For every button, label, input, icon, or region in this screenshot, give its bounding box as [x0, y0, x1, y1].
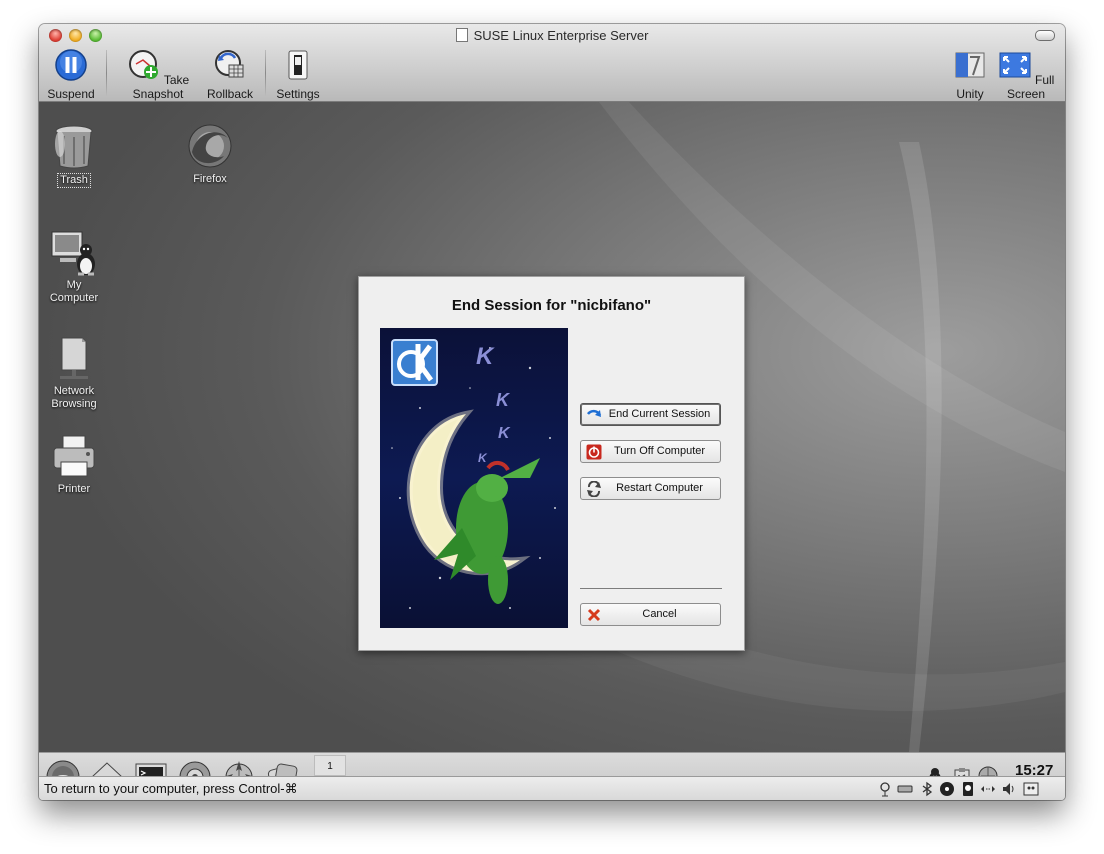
- vm-status-bar: To return to your computer, press Contro…: [39, 776, 1065, 800]
- toolbar-separator: [106, 50, 107, 96]
- guest-desktop[interactable]: Trash Firefox My Computer Network Browsi…: [39, 102, 1065, 752]
- document-icon: [455, 28, 468, 42]
- cancel-label: Cancel: [642, 608, 677, 620]
- pager-desktop-1[interactable]: 1: [314, 755, 346, 776]
- take-snapshot-button[interactable]: Take Snapshot: [117, 48, 199, 101]
- desktop-icon-label: Network Browsing: [51, 385, 97, 410]
- vm-window: SUSE Linux Enterprise Server Suspend Tak…: [39, 24, 1065, 800]
- svg-text:K: K: [498, 425, 511, 442]
- unity-label: Unity: [956, 87, 984, 101]
- kde-dragon-moon-image: K K K K: [380, 328, 568, 628]
- toolbar-toggle-button[interactable]: [1035, 30, 1055, 41]
- speaker-icon[interactable]: [1001, 781, 1017, 797]
- logout-arrow-icon: [587, 409, 602, 417]
- microphone-icon[interactable]: [877, 781, 893, 797]
- bluetooth-icon[interactable]: [919, 781, 935, 797]
- turn-off-computer-button[interactable]: Turn Off Computer: [580, 440, 721, 463]
- desktop-icon-printer[interactable]: Printer: [39, 432, 114, 496]
- cancel-x-icon: [587, 608, 601, 622]
- suspend-label: Suspend: [47, 87, 95, 101]
- suspend-button[interactable]: Suspend: [47, 48, 95, 101]
- computer-icon: [51, 231, 95, 276]
- svg-text:K: K: [478, 451, 488, 465]
- rollback-button[interactable]: Rollback: [205, 48, 255, 101]
- cancel-button[interactable]: Cancel: [580, 603, 721, 626]
- hard-disk-icon[interactable]: [897, 781, 913, 797]
- desktop-icon-label: Firefox: [193, 173, 227, 185]
- pause-icon: [55, 49, 87, 81]
- firefox-icon: [188, 124, 232, 168]
- svg-text:K: K: [496, 390, 511, 410]
- cd-drive-icon[interactable]: [939, 781, 955, 797]
- shared-folders-icon[interactable]: [1023, 781, 1039, 797]
- settings-switch-icon: [288, 50, 308, 80]
- dialog-separator: [580, 588, 722, 589]
- network-icon: [60, 337, 88, 379]
- rollback-label: Rollback: [206, 87, 254, 101]
- desktop-icon-label: My Computer: [49, 279, 99, 304]
- desktop-icon-label: Printer: [57, 483, 91, 495]
- unity-button[interactable]: Unity: [952, 48, 988, 101]
- full-screen-button[interactable]: Full Screen: [994, 48, 1058, 101]
- end-session-dialog: End Session for "nicbifano" K K K K End …: [358, 276, 745, 651]
- fullscreen-icon: [999, 52, 1031, 78]
- desktop-icon-my-computer[interactable]: My Computer: [39, 228, 114, 305]
- network-adapter-icon[interactable]: [980, 781, 996, 797]
- power-icon: [586, 444, 602, 460]
- dialog-title: End Session for "nicbifano": [451, 297, 652, 314]
- end-current-session-button[interactable]: End Current Session: [580, 403, 721, 426]
- toolbar-separator: [265, 50, 266, 96]
- settings-label: Settings: [276, 87, 320, 101]
- window-toolbar: SUSE Linux Enterprise Server Suspend Tak…: [39, 24, 1065, 102]
- desktop-icon-label: Trash: [57, 173, 91, 188]
- desktop-icon-network-browsing[interactable]: Network Browsing: [39, 334, 114, 411]
- desktop-icon-trash[interactable]: Trash: [39, 122, 114, 188]
- turn-off-label: Turn Off Computer: [613, 445, 706, 457]
- end-session-label: End Current Session: [608, 408, 711, 420]
- trash-icon: [55, 125, 93, 169]
- svg-text:K: K: [476, 343, 495, 370]
- restart-icon: [587, 481, 601, 497]
- printer-icon: [53, 435, 95, 477]
- kde-dragon-illustration: K K K K: [391, 339, 556, 609]
- usb-device-icon[interactable]: [960, 781, 976, 797]
- rollback-icon: [215, 50, 244, 78]
- desktop-icon-firefox[interactable]: Firefox: [170, 122, 250, 186]
- unity-icon: [955, 52, 985, 78]
- window-title-text: SUSE Linux Enterprise Server: [473, 28, 649, 43]
- restart-computer-button[interactable]: Restart Computer: [580, 477, 721, 500]
- restart-label: Restart Computer: [616, 482, 703, 494]
- status-message: To return to your computer, press Contro…: [44, 781, 298, 796]
- snapshot-icon: [128, 50, 158, 79]
- window-title: SUSE Linux Enterprise Server: [39, 28, 1065, 43]
- settings-button[interactable]: Settings: [275, 48, 321, 101]
